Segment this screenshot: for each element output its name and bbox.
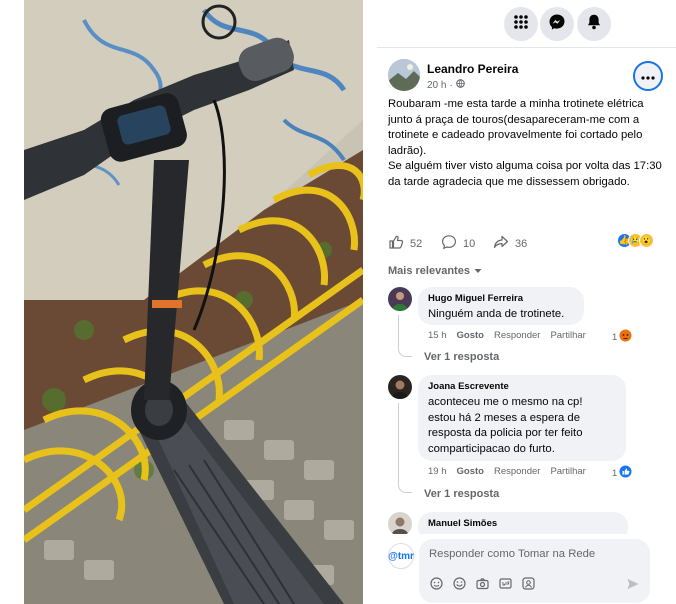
comment-reply-button[interactable]: Responder [494, 330, 540, 341]
commenter-avatar[interactable] [388, 512, 412, 534]
reaction-count-value: 1 [612, 467, 618, 479]
caret-down-icon [474, 265, 482, 277]
comment-input[interactable] [429, 548, 639, 560]
like-button[interactable]: 52 [388, 234, 422, 253]
emoji-icon[interactable] [452, 576, 466, 590]
composer-box [419, 539, 650, 603]
commenter-name[interactable]: Joana Escrevente [428, 381, 615, 392]
grid-menu-icon [512, 13, 530, 36]
comment-item: Joana Escrevente aconteceu me o mesmo na… [388, 375, 668, 505]
comment-bubble: Joana Escrevente aconteceu me o mesmo na… [418, 375, 626, 461]
messenger-button[interactable] [540, 7, 574, 41]
share-count: 36 [515, 237, 528, 250]
sort-label: Mais relevantes [388, 265, 470, 277]
like-reaction-icon [619, 465, 632, 481]
author-avatar[interactable] [388, 59, 420, 91]
commenter-name[interactable]: Manuel Simões [428, 518, 617, 529]
messenger-icon [548, 13, 566, 36]
reaction-count-value: 1 [612, 331, 618, 343]
post-body: Roubaram -me esta tarde a minha trotinet… [388, 98, 662, 188]
angry-reaction-icon [619, 329, 632, 345]
bell-icon [585, 13, 603, 36]
comment-text: Ninguém anda de trotinete. [428, 308, 565, 320]
comment-reaction-count[interactable]: 1 [612, 465, 632, 481]
photo-panel [0, 0, 377, 604]
gif-icon[interactable] [498, 576, 512, 590]
scooter-photo-illustration [24, 0, 363, 604]
post-options-button[interactable] [633, 61, 663, 91]
comment-sort-dropdown[interactable]: Mais relevantes [388, 265, 482, 277]
share-arrow-icon [493, 234, 509, 253]
photo-divider [363, 0, 377, 604]
share-button[interactable]: 36 [493, 234, 527, 253]
view-replies-link[interactable]: Ver 1 resposta [424, 351, 499, 363]
post-panel: Leandro Pereira 20 h · Roubaram -me esta… [377, 0, 676, 604]
author-name[interactable]: Leandro Pereira [427, 62, 518, 76]
post-meta: 20 h · [427, 79, 465, 91]
commenter-avatar[interactable] [388, 375, 412, 399]
comment-composer: @tmr [388, 539, 668, 604]
post-header: Leandro Pereira 20 h · [388, 59, 663, 95]
page-avatar[interactable]: @tmr [388, 543, 414, 569]
reply-thread-line [398, 315, 412, 357]
more-dots-icon [641, 67, 655, 85]
menu-button[interactable] [504, 7, 538, 41]
comment-actions: 15 h Gosto Responder Partilhar [428, 330, 586, 341]
reaction-summary[interactable]: 👍 😢 😮 [617, 233, 654, 248]
like-count: 52 [410, 237, 423, 250]
avatar-sticker-icon[interactable] [521, 576, 535, 590]
notifications-button[interactable] [577, 7, 611, 41]
sticker-icon[interactable] [429, 576, 443, 590]
dot-separator: · [449, 79, 453, 91]
comment-like-button[interactable]: Gosto [457, 466, 484, 477]
thumbs-up-icon [388, 234, 404, 253]
post-time[interactable]: 20 h [427, 80, 446, 91]
send-icon[interactable] [626, 577, 640, 591]
comment-reply-button[interactable]: Responder [494, 466, 540, 477]
comment-bubble: Hugo Miguel Ferreira Ninguém anda de tro… [418, 287, 584, 325]
comment-bubble: Manuel Simões [418, 512, 628, 534]
comment-count: 10 [463, 237, 476, 250]
comment-text: aconteceu me o mesmo na cp! estou há 2 m… [428, 396, 583, 455]
comment-share-button[interactable]: Partilhar [550, 330, 585, 341]
wow-reaction-icon: 😮 [639, 233, 654, 248]
post-photo[interactable] [24, 0, 363, 604]
camera-icon[interactable] [475, 576, 489, 590]
comment-item: Manuel Simões [388, 512, 668, 534]
top-bar [377, 0, 676, 48]
comment-time[interactable]: 15 h [428, 330, 447, 341]
comment-actions: 19 h Gosto Responder Partilhar [428, 466, 586, 477]
reaction-bar: 52 10 36 👍 😢 😮 [388, 232, 668, 252]
globe-icon [455, 79, 465, 91]
view-replies-link[interactable]: Ver 1 resposta [424, 488, 499, 500]
comment-button[interactable]: 10 [441, 234, 475, 253]
comment-like-button[interactable]: Gosto [457, 330, 484, 341]
commenter-avatar[interactable] [388, 287, 412, 311]
comment-time[interactable]: 19 h [428, 466, 447, 477]
comment-item: Hugo Miguel Ferreira Ninguém anda de tro… [388, 287, 668, 367]
commenter-name[interactable]: Hugo Miguel Ferreira [428, 293, 573, 304]
comment-share-button[interactable]: Partilhar [550, 466, 585, 477]
comment-reaction-count[interactable]: 1 [612, 329, 632, 345]
comment-bubble-icon [441, 234, 457, 253]
composer-tools [429, 576, 535, 590]
reply-thread-line [398, 403, 412, 493]
